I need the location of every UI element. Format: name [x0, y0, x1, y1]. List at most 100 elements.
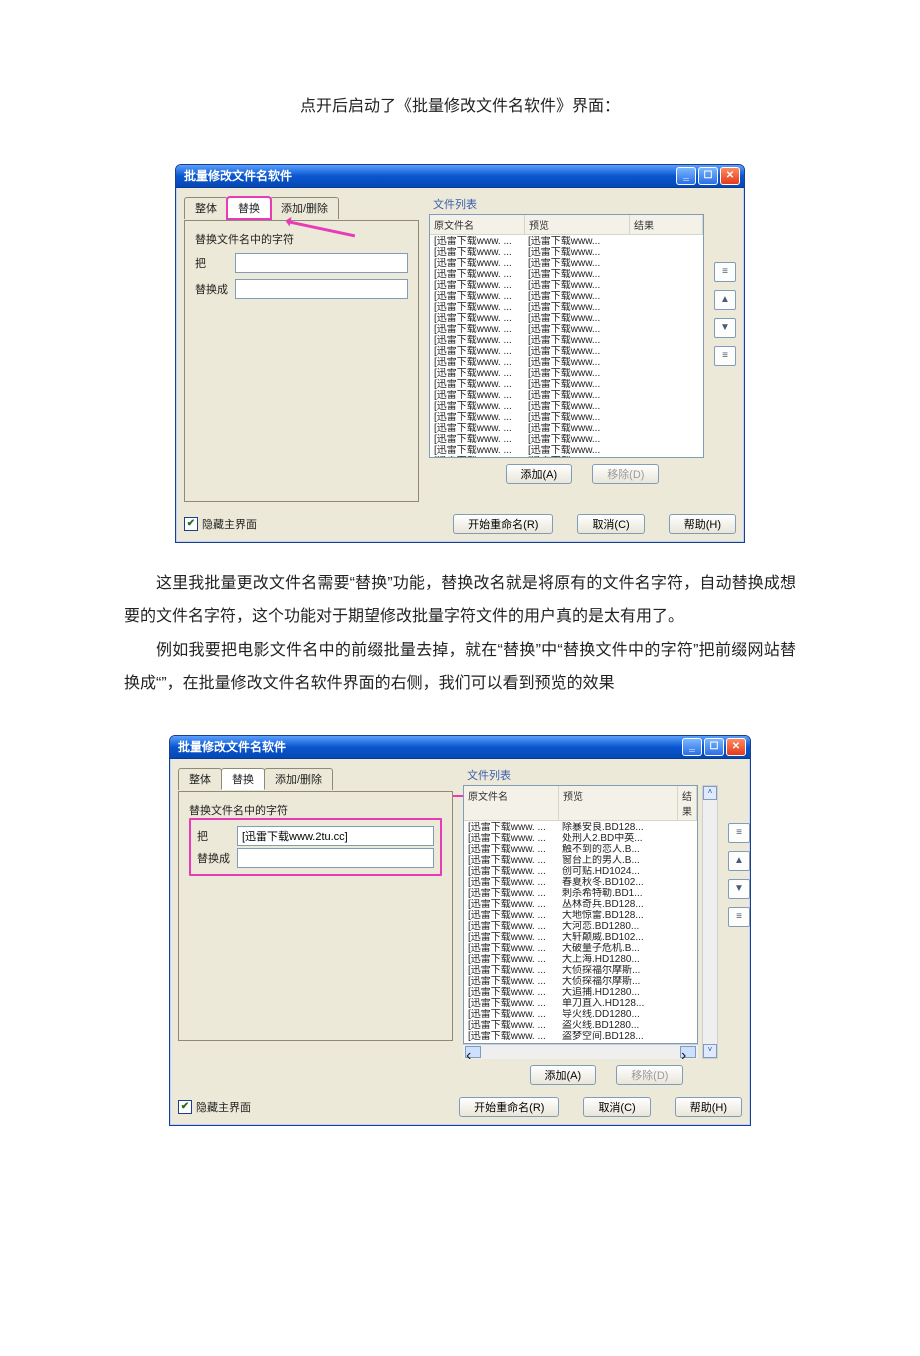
vertical-scrollbar[interactable]: ˄ ˅: [702, 785, 718, 1059]
list-item[interactable]: [迅雷下载www. ...大追捕.HD1280...: [464, 987, 697, 998]
list-item[interactable]: [迅雷下载www. ...[迅雷下载www...: [430, 412, 703, 423]
horizontal-scrollbar[interactable]: ‹ ›: [463, 1044, 698, 1059]
list-item[interactable]: [迅雷下载www. ...大侦探福尔摩斯...: [464, 965, 697, 976]
list-item[interactable]: [迅雷下载www. ...[迅雷下载www...: [430, 269, 703, 280]
list-item[interactable]: [迅雷下载www. ...春夏秋冬.BD102...: [464, 877, 697, 888]
list-item[interactable]: [迅雷下载www. ...[迅雷下载www...: [430, 401, 703, 412]
list-item[interactable]: [迅雷下载www. ...大轩颠威.BD102...: [464, 932, 697, 943]
remove-button[interactable]: 移除(D): [592, 464, 659, 484]
cancel-button[interactable]: 取消(C): [583, 1097, 650, 1117]
list-item[interactable]: [迅雷下载www. ...[迅雷下载www...: [430, 335, 703, 346]
tab-add-delete[interactable]: 添加/删除: [270, 197, 339, 219]
col-result[interactable]: 结果: [678, 786, 697, 820]
move-down-button[interactable]: ▼: [728, 879, 750, 899]
scroll-left-icon[interactable]: ‹: [465, 1046, 481, 1058]
cell-name: [迅雷下载www. ...: [430, 269, 524, 280]
cell-result: [628, 236, 703, 247]
help-button[interactable]: 帮助(H): [669, 514, 736, 534]
minimize-button[interactable]: ‗: [682, 738, 702, 756]
cancel-button[interactable]: 取消(C): [577, 514, 644, 534]
list-item[interactable]: [迅雷下载www. ...处刑人2.BD中英...: [464, 833, 697, 844]
cell-preview: 春夏秋冬.BD102...: [558, 877, 676, 888]
hide-main-checkbox[interactable]: ✔ 隐藏主界面: [184, 516, 257, 532]
col-name[interactable]: 原文件名: [464, 786, 559, 820]
cell-result: [628, 269, 703, 280]
col-name[interactable]: 原文件名: [430, 215, 525, 234]
move-up-button[interactable]: ▲: [728, 851, 750, 871]
tab-whole[interactable]: 整体: [184, 197, 228, 219]
list-item[interactable]: [迅雷下载www. ...[迅雷下载www...: [430, 324, 703, 335]
input-to[interactable]: [235, 279, 408, 299]
move-bottom-button[interactable]: ≡: [728, 907, 750, 927]
move-bottom-button[interactable]: ≡: [714, 346, 736, 366]
list-item[interactable]: [迅雷下载www. ...大地惊雷.BD128...: [464, 910, 697, 921]
tab-whole[interactable]: 整体: [178, 768, 222, 790]
col-result[interactable]: 结果: [630, 215, 703, 234]
add-button[interactable]: 添加(A): [530, 1065, 597, 1085]
close-button[interactable]: ✕: [726, 738, 746, 756]
scroll-down-icon[interactable]: ˅: [703, 1044, 717, 1058]
list-item[interactable]: [迅雷下载www. ...[迅雷下载www...: [430, 456, 703, 458]
list-item[interactable]: [迅雷下载www. ...[迅雷下载www...: [430, 390, 703, 401]
maximize-button[interactable]: ☐: [704, 738, 724, 756]
list-item[interactable]: [迅雷下载www. ...触不到的恋人.B...: [464, 844, 697, 855]
list-item[interactable]: [迅雷下载www. ...窗台上的男人.B...: [464, 855, 697, 866]
list-item[interactable]: [迅雷下载www. ...[迅雷下载www...: [430, 379, 703, 390]
list-item[interactable]: [迅雷下载www. ...[迅雷下载www...: [430, 346, 703, 357]
input-from[interactable]: [235, 253, 408, 273]
list-item[interactable]: [迅雷下载www. ...[迅雷下载www...: [430, 423, 703, 434]
list-item[interactable]: [迅雷下载www. ...刺杀希特勒.BD1...: [464, 888, 697, 899]
list-item[interactable]: [迅雷下载www. ...导火线.DD1280...: [464, 1009, 697, 1020]
start-rename-button[interactable]: 开始重命名(R): [453, 514, 553, 534]
input-to[interactable]: [237, 848, 434, 868]
file-list[interactable]: 原文件名 预览 结果 [迅雷下载www. ...[迅雷下载www...[迅雷下载…: [429, 214, 704, 458]
tab-replace[interactable]: 替换: [221, 768, 265, 790]
list-item[interactable]: [迅雷下载www. ...[迅雷下载www...: [430, 291, 703, 302]
move-up-button[interactable]: ▲: [714, 290, 736, 310]
list-item[interactable]: [迅雷下载www. ...盗梦空间.BD128...: [464, 1031, 697, 1042]
col-preview[interactable]: 预览: [559, 786, 678, 820]
list-item[interactable]: [迅雷下载www. ...大上海.HD1280...: [464, 954, 697, 965]
scroll-right-icon[interactable]: ›: [680, 1046, 696, 1058]
list-item[interactable]: [迅雷下载www. ...[迅雷下载www...: [430, 445, 703, 456]
list-item[interactable]: [迅雷下载www. ...[迅雷下载www...: [430, 357, 703, 368]
col-preview[interactable]: 预览: [525, 215, 630, 234]
list-item[interactable]: [迅雷下载www. ...创可贴.HD1024...: [464, 866, 697, 877]
minimize-button[interactable]: ‗: [676, 167, 696, 185]
list-item[interactable]: [迅雷下载www. ...大河恋.BD1280...: [464, 921, 697, 932]
list-item[interactable]: [迅雷下载www. ...盗火线.BD1280...: [464, 1020, 697, 1031]
list-item[interactable]: [迅雷下载www. ...大破量子危机.B...: [464, 943, 697, 954]
titlebar[interactable]: 批量修改文件名软件 ‗ ☐ ✕: [176, 165, 744, 188]
list-item[interactable]: [迅雷下载www. ...[迅雷下载www...: [430, 434, 703, 445]
list-item[interactable]: [迅雷下载www. ...单刀直入.HD128...: [464, 998, 697, 1009]
cell-result: [628, 258, 703, 269]
file-list[interactable]: 原文件名 预览 结果 [迅雷下载www. ...除暴安良.BD128...[迅雷…: [463, 785, 698, 1044]
list-item[interactable]: [迅雷下载www. ...[迅雷下载www...: [430, 280, 703, 291]
titlebar[interactable]: 批量修改文件名软件 ‗ ☐ ✕: [170, 736, 750, 759]
cell-name: [迅雷下载www. ...: [430, 379, 524, 390]
tab-add-delete[interactable]: 添加/删除: [264, 768, 333, 790]
move-top-button[interactable]: ≡: [714, 262, 736, 282]
close-button[interactable]: ✕: [720, 167, 740, 185]
tab-replace[interactable]: 替换: [227, 197, 271, 219]
input-from[interactable]: [237, 826, 434, 846]
list-item[interactable]: [迅雷下载www. ...[迅雷下载www...: [430, 302, 703, 313]
app-window-1: 批量修改文件名软件 ‗ ☐ ✕ 整体 替换 添加/删除 替换文件名中的字符: [175, 164, 745, 543]
move-down-button[interactable]: ▼: [714, 318, 736, 338]
list-item[interactable]: [迅雷下载www. ...大侦探福尔摩斯...: [464, 976, 697, 987]
scroll-up-icon[interactable]: ˄: [703, 786, 717, 800]
list-item[interactable]: [迅雷下载www. ...[迅雷下载www...: [430, 258, 703, 269]
list-item[interactable]: [迅雷下载www. ...[迅雷下载www...: [430, 313, 703, 324]
add-button[interactable]: 添加(A): [506, 464, 573, 484]
list-item[interactable]: [迅雷下载www. ...[迅雷下载www...: [430, 247, 703, 258]
list-item[interactable]: [迅雷下载www. ...[迅雷下载www...: [430, 368, 703, 379]
hide-main-checkbox[interactable]: ✔ 隐藏主界面: [178, 1099, 251, 1115]
maximize-button[interactable]: ☐: [698, 167, 718, 185]
remove-button[interactable]: 移除(D): [616, 1065, 683, 1085]
list-item[interactable]: [迅雷下载www. ...[迅雷下载www...: [430, 236, 703, 247]
help-button[interactable]: 帮助(H): [675, 1097, 742, 1117]
list-item[interactable]: [迅雷下载www. ...丛林奇兵.BD128...: [464, 899, 697, 910]
move-top-button[interactable]: ≡: [728, 823, 750, 843]
start-rename-button[interactable]: 开始重命名(R): [459, 1097, 559, 1117]
list-item[interactable]: [迅雷下载www. ...除暴安良.BD128...: [464, 822, 697, 833]
